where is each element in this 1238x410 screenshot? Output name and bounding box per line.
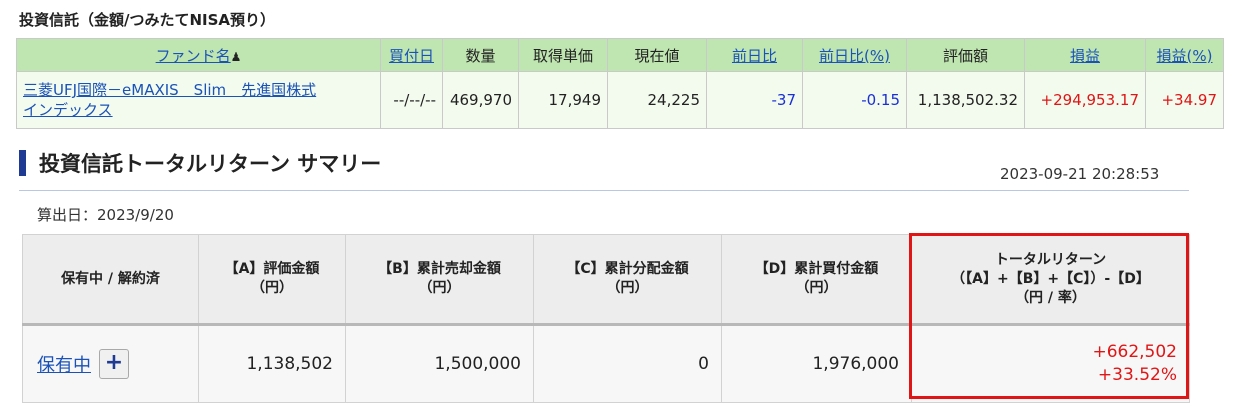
col-current-price: 現在値 [607,38,707,72]
calc-date: 算出日：2023/9/20 [37,206,174,224]
acquisition-price-cell: 17,949 [518,71,608,129]
sort-day-change-pct-link[interactable]: 前日比(%) [819,47,890,65]
col-acquisition-price: 取得単価 [518,38,608,72]
d-value-cell: 1,976,000 [721,323,912,403]
current-price-cell: 24,225 [607,71,707,129]
status-cell: 保有中 + [22,323,199,403]
total-return-yen: +662,502 [1092,342,1177,362]
holding-link[interactable]: 保有中 [37,355,91,376]
col-total-return: トータルリターン （【A】+【B】+【C】）-【D】 （円 / 率） [911,234,1190,325]
fund-name-link[interactable]: 三菱UFJ国際－eMAXIS Slim 先進国株式 インデックス [23,81,316,119]
col-d-cumulative-purchases: 【D】累計買付金額 （円） [721,234,912,325]
col-day-change-pct[interactable]: 前日比(%) [802,38,907,72]
divider [19,190,1189,191]
expand-button[interactable]: + [99,349,129,379]
col-a-valuation: 【A】評価金額 （円） [198,234,346,325]
col-valuation: 評価額 [906,38,1025,72]
total-return-cell: +662,502 +33.52% [911,323,1190,403]
quantity-cell: 469,970 [442,71,519,129]
c-value-cell: 0 [533,323,722,403]
valuation-cell: 1,138,502.32 [906,71,1025,129]
col-quantity: 数量 [442,38,519,72]
fund-name-cell[interactable]: 三菱UFJ国際－eMAXIS Slim 先進国株式 インデックス [16,71,381,129]
sort-profit-pct-link[interactable]: 損益(%) [1157,47,1213,65]
buy-date-cell: --/--/-- [380,71,443,129]
summary-heading: 投資信託トータルリターン サマリー [19,148,381,178]
fund-header-row: ファンド名♟ 買付日 数量 取得単価 現在値 前日比 前日比(%) 評価額 損益… [16,38,1224,72]
profit-pct-cell: +34.97 [1145,71,1224,129]
col-fund-name[interactable]: ファンド名♟ [16,38,381,72]
b-value-cell: 1,500,000 [345,323,534,403]
total-return-rate: +33.52% [1097,365,1177,385]
col-status: 保有中 / 解約済 [22,234,199,325]
col-buy-date[interactable]: 買付日 [380,38,443,72]
col-day-change[interactable]: 前日比 [706,38,803,72]
sort-buy-date-link[interactable]: 買付日 [389,47,434,65]
sort-fund-name-link[interactable]: ファンド名 [156,47,231,65]
fund-holdings-table: ファンド名♟ 買付日 数量 取得単価 現在値 前日比 前日比(%) 評価額 損益… [16,38,1224,129]
sort-day-change-link[interactable]: 前日比 [732,47,777,65]
day-change-pct-cell: -0.15 [802,71,907,129]
table-row: 三菱UFJ国際－eMAXIS Slim 先進国株式 インデックス --/--/--… [16,71,1224,129]
profit-cell: +294,953.17 [1024,71,1146,129]
table-row: 保有中 + 1,138,502 1,500,000 0 1,976,000 +66… [22,323,1190,403]
timestamp: 2023-09-21 20:28:53 [1000,165,1160,183]
person-icon: ♟ [230,49,242,64]
heading-accent-bar [19,150,26,176]
day-change-cell: -37 [706,71,803,129]
fund-section-title: 投資信託（金額/つみたてNISA預り） [19,11,276,29]
col-profit-pct[interactable]: 損益(%) [1145,38,1224,72]
a-value-cell: 1,138,502 [198,323,346,403]
total-return-summary-table: 保有中 / 解約済 【A】評価金額 （円） 【B】累計売却金額 （円） 【C】累計分… [22,234,1190,403]
summary-header-row: 保有中 / 解約済 【A】評価金額 （円） 【B】累計売却金額 （円） 【C】累計分… [22,234,1190,325]
col-b-cumulative-sales: 【B】累計売却金額 （円） [345,234,534,325]
col-c-cumulative-dividends: 【C】累計分配金額 （円） [533,234,722,325]
summary-title: 投資信託トータルリターン サマリー [39,152,382,176]
col-profit[interactable]: 損益 [1024,38,1146,72]
sort-profit-link[interactable]: 損益 [1070,47,1100,65]
